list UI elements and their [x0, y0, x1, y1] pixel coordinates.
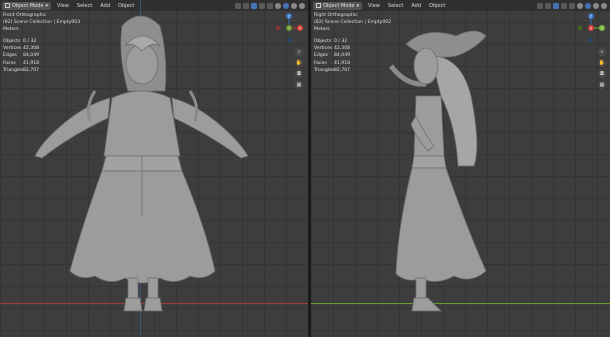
- navigation-tools: ⌕ ✋ ◘ ▦: [295, 48, 303, 89]
- camera-icon[interactable]: ◘: [295, 70, 303, 78]
- viewport-right[interactable]: Object Mode ▾ View Select Add Object Rig…: [311, 0, 610, 337]
- wireframe-shading-icon[interactable]: [577, 2, 583, 9]
- xray-icon[interactable]: [569, 2, 575, 9]
- navigation-gizmo[interactable]: Z Y X: [576, 12, 606, 44]
- view-name: Right Orthographic: [314, 13, 358, 18]
- stat-row: Faces 41,918: [314, 60, 351, 66]
- character-model-front[interactable]: [30, 6, 280, 318]
- hand-pan-icon[interactable]: ✋: [295, 59, 303, 67]
- object-mode-icon: [316, 3, 321, 8]
- zoom-icon[interactable]: ⌕: [295, 48, 303, 56]
- rendered-shading-icon[interactable]: [299, 2, 305, 9]
- grid-icon[interactable]: ▦: [295, 81, 303, 89]
- statistics-overlay: Objects 0 / 32 Vertices 42,308 Edges 84,049…: [314, 38, 350, 74]
- material-shading-icon[interactable]: [291, 2, 297, 9]
- solid-shading-icon[interactable]: [585, 2, 591, 9]
- gizmo-toggle-icon[interactable]: [561, 2, 567, 9]
- camera-icon[interactable]: ◘: [598, 70, 606, 78]
- object-mode-dropdown[interactable]: Object Mode ▾: [313, 1, 363, 10]
- rendered-shading-icon[interactable]: [601, 2, 607, 9]
- chevron-down-icon: ▾: [356, 2, 360, 9]
- viewports: Object Mode ▾ View Select Add Object Fro…: [0, 0, 610, 337]
- stat-row: Objects 0 / 32: [314, 39, 348, 44]
- units-label: Meters: [314, 27, 330, 32]
- grid-icon[interactable]: ▦: [598, 81, 606, 89]
- menu-view[interactable]: View: [366, 3, 382, 9]
- collection-label: (82) Scene Collection | Empty002: [314, 20, 392, 25]
- stat-row: Edges 84,049: [314, 53, 351, 59]
- object-mode-icon: [5, 3, 10, 8]
- units-label: Meters: [3, 27, 19, 32]
- solid-shading-icon[interactable]: [283, 2, 289, 9]
- character-model-side[interactable]: [386, 6, 556, 318]
- stat-row: Triangles 82,707: [314, 67, 351, 73]
- viewport-front[interactable]: Object Mode ▾ View Select Add Object Fro…: [0, 0, 308, 337]
- material-shading-icon[interactable]: [593, 2, 599, 9]
- navigation-tools: ⌕ ✋ ◘ ▦: [598, 48, 606, 89]
- stat-row: Vertices 42,308: [314, 46, 351, 52]
- zoom-icon[interactable]: ⌕: [598, 48, 606, 56]
- navigation-gizmo[interactable]: Z X Y: [274, 12, 304, 44]
- hand-pan-icon[interactable]: ✋: [598, 59, 606, 67]
